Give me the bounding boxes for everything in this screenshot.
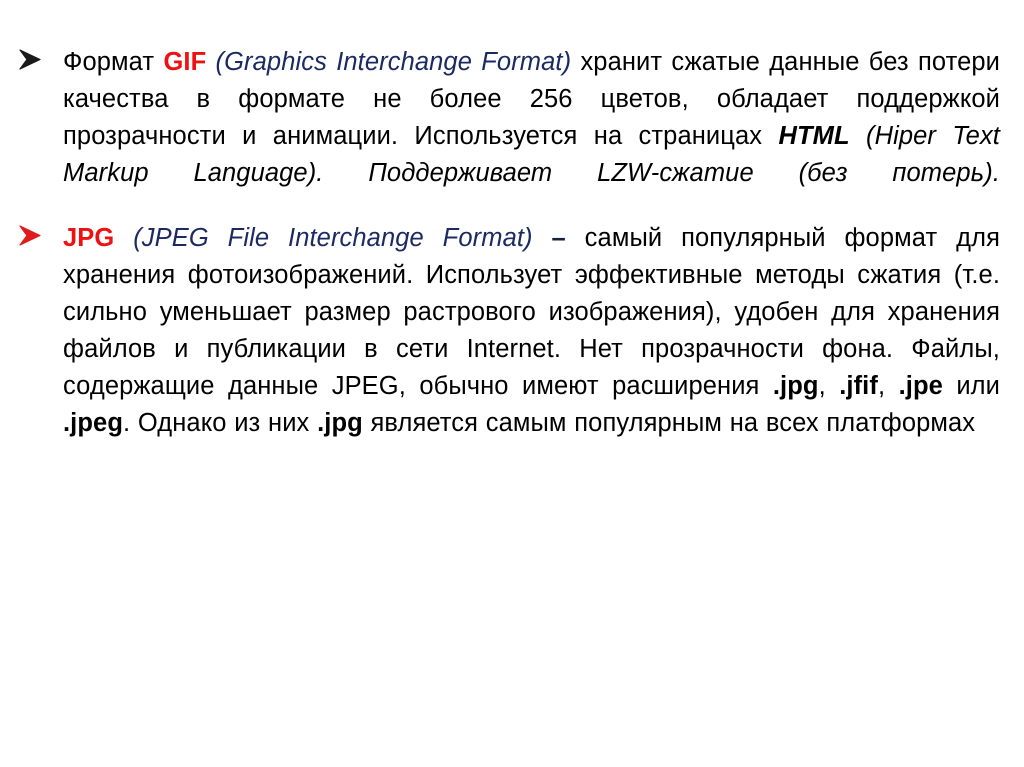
text-run-bold: .jpe	[898, 372, 943, 400]
text-run-bold-italic: HTML	[778, 122, 850, 150]
text-run-plain: является самым популярным на всех платфо…	[362, 409, 976, 437]
text-run-red-bold: JPG	[63, 224, 115, 252]
text-run-bold: .jpeg	[63, 409, 124, 437]
bullet-text-jpg: JPG (JPEG File Interchange Format) – сам…	[63, 220, 1000, 442]
text-run-plain	[533, 224, 552, 252]
text-run-bold: .jpg	[772, 372, 819, 400]
bullet-item-jpg: JPG (JPEG File Interchange Format) – сам…	[18, 220, 1000, 442]
text-run-dark-bold: –	[551, 224, 566, 252]
text-run-plain: ,	[818, 372, 840, 400]
text-run-plain: Формат	[63, 48, 164, 76]
text-run-blue-italic: (JPEG File Interchange Format)	[133, 224, 533, 252]
text-run-red-bold: GIF	[163, 48, 207, 76]
text-run-bold: .jpg	[317, 409, 363, 437]
bullet-list: Формат GIF (Graphics Interchange Format)…	[18, 44, 1000, 442]
text-run-plain	[114, 224, 133, 252]
text-run-plain: . Однако из них	[123, 409, 318, 437]
text-run-plain	[206, 48, 215, 76]
text-run-plain: ,	[877, 372, 899, 400]
text-run-bold: .jfif	[839, 372, 878, 400]
text-run-plain: или	[942, 372, 1000, 400]
bullet-item-gif: Формат GIF (Graphics Interchange Format)…	[18, 44, 1000, 192]
bullet-text-gif: Формат GIF (Graphics Interchange Format)…	[63, 44, 1000, 192]
text-run-blue-italic: (Graphics Interchange Format)	[215, 48, 572, 76]
slide-canvas: Формат GIF (Graphics Interchange Format)…	[0, 0, 1024, 767]
arrowhead-bullet-icon	[18, 224, 48, 254]
arrowhead-bullet-icon	[18, 48, 48, 78]
